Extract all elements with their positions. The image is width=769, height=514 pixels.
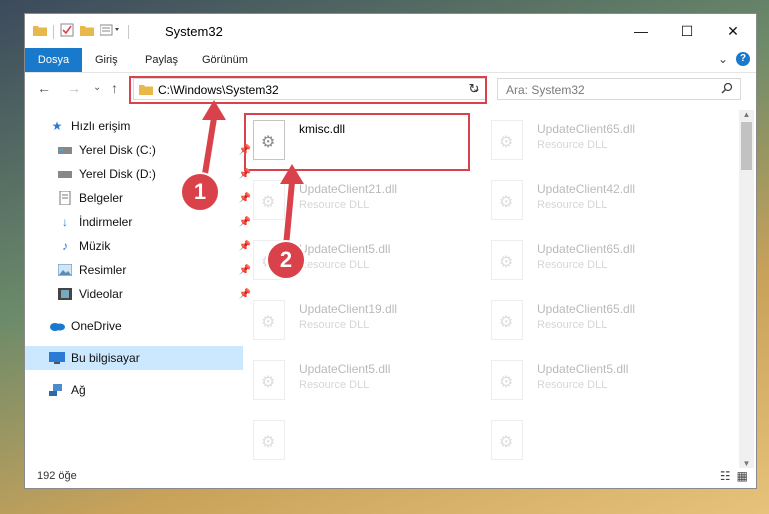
arrow-2-head [280,164,304,184]
arrow-1-line [201,117,217,181]
tutorial-arrows [201,100,304,247]
step-badge-1: 1 [180,172,220,212]
arrow-1-head [202,100,226,120]
arrow-2-line [283,181,295,247]
step-badge-2: 2 [266,240,306,280]
